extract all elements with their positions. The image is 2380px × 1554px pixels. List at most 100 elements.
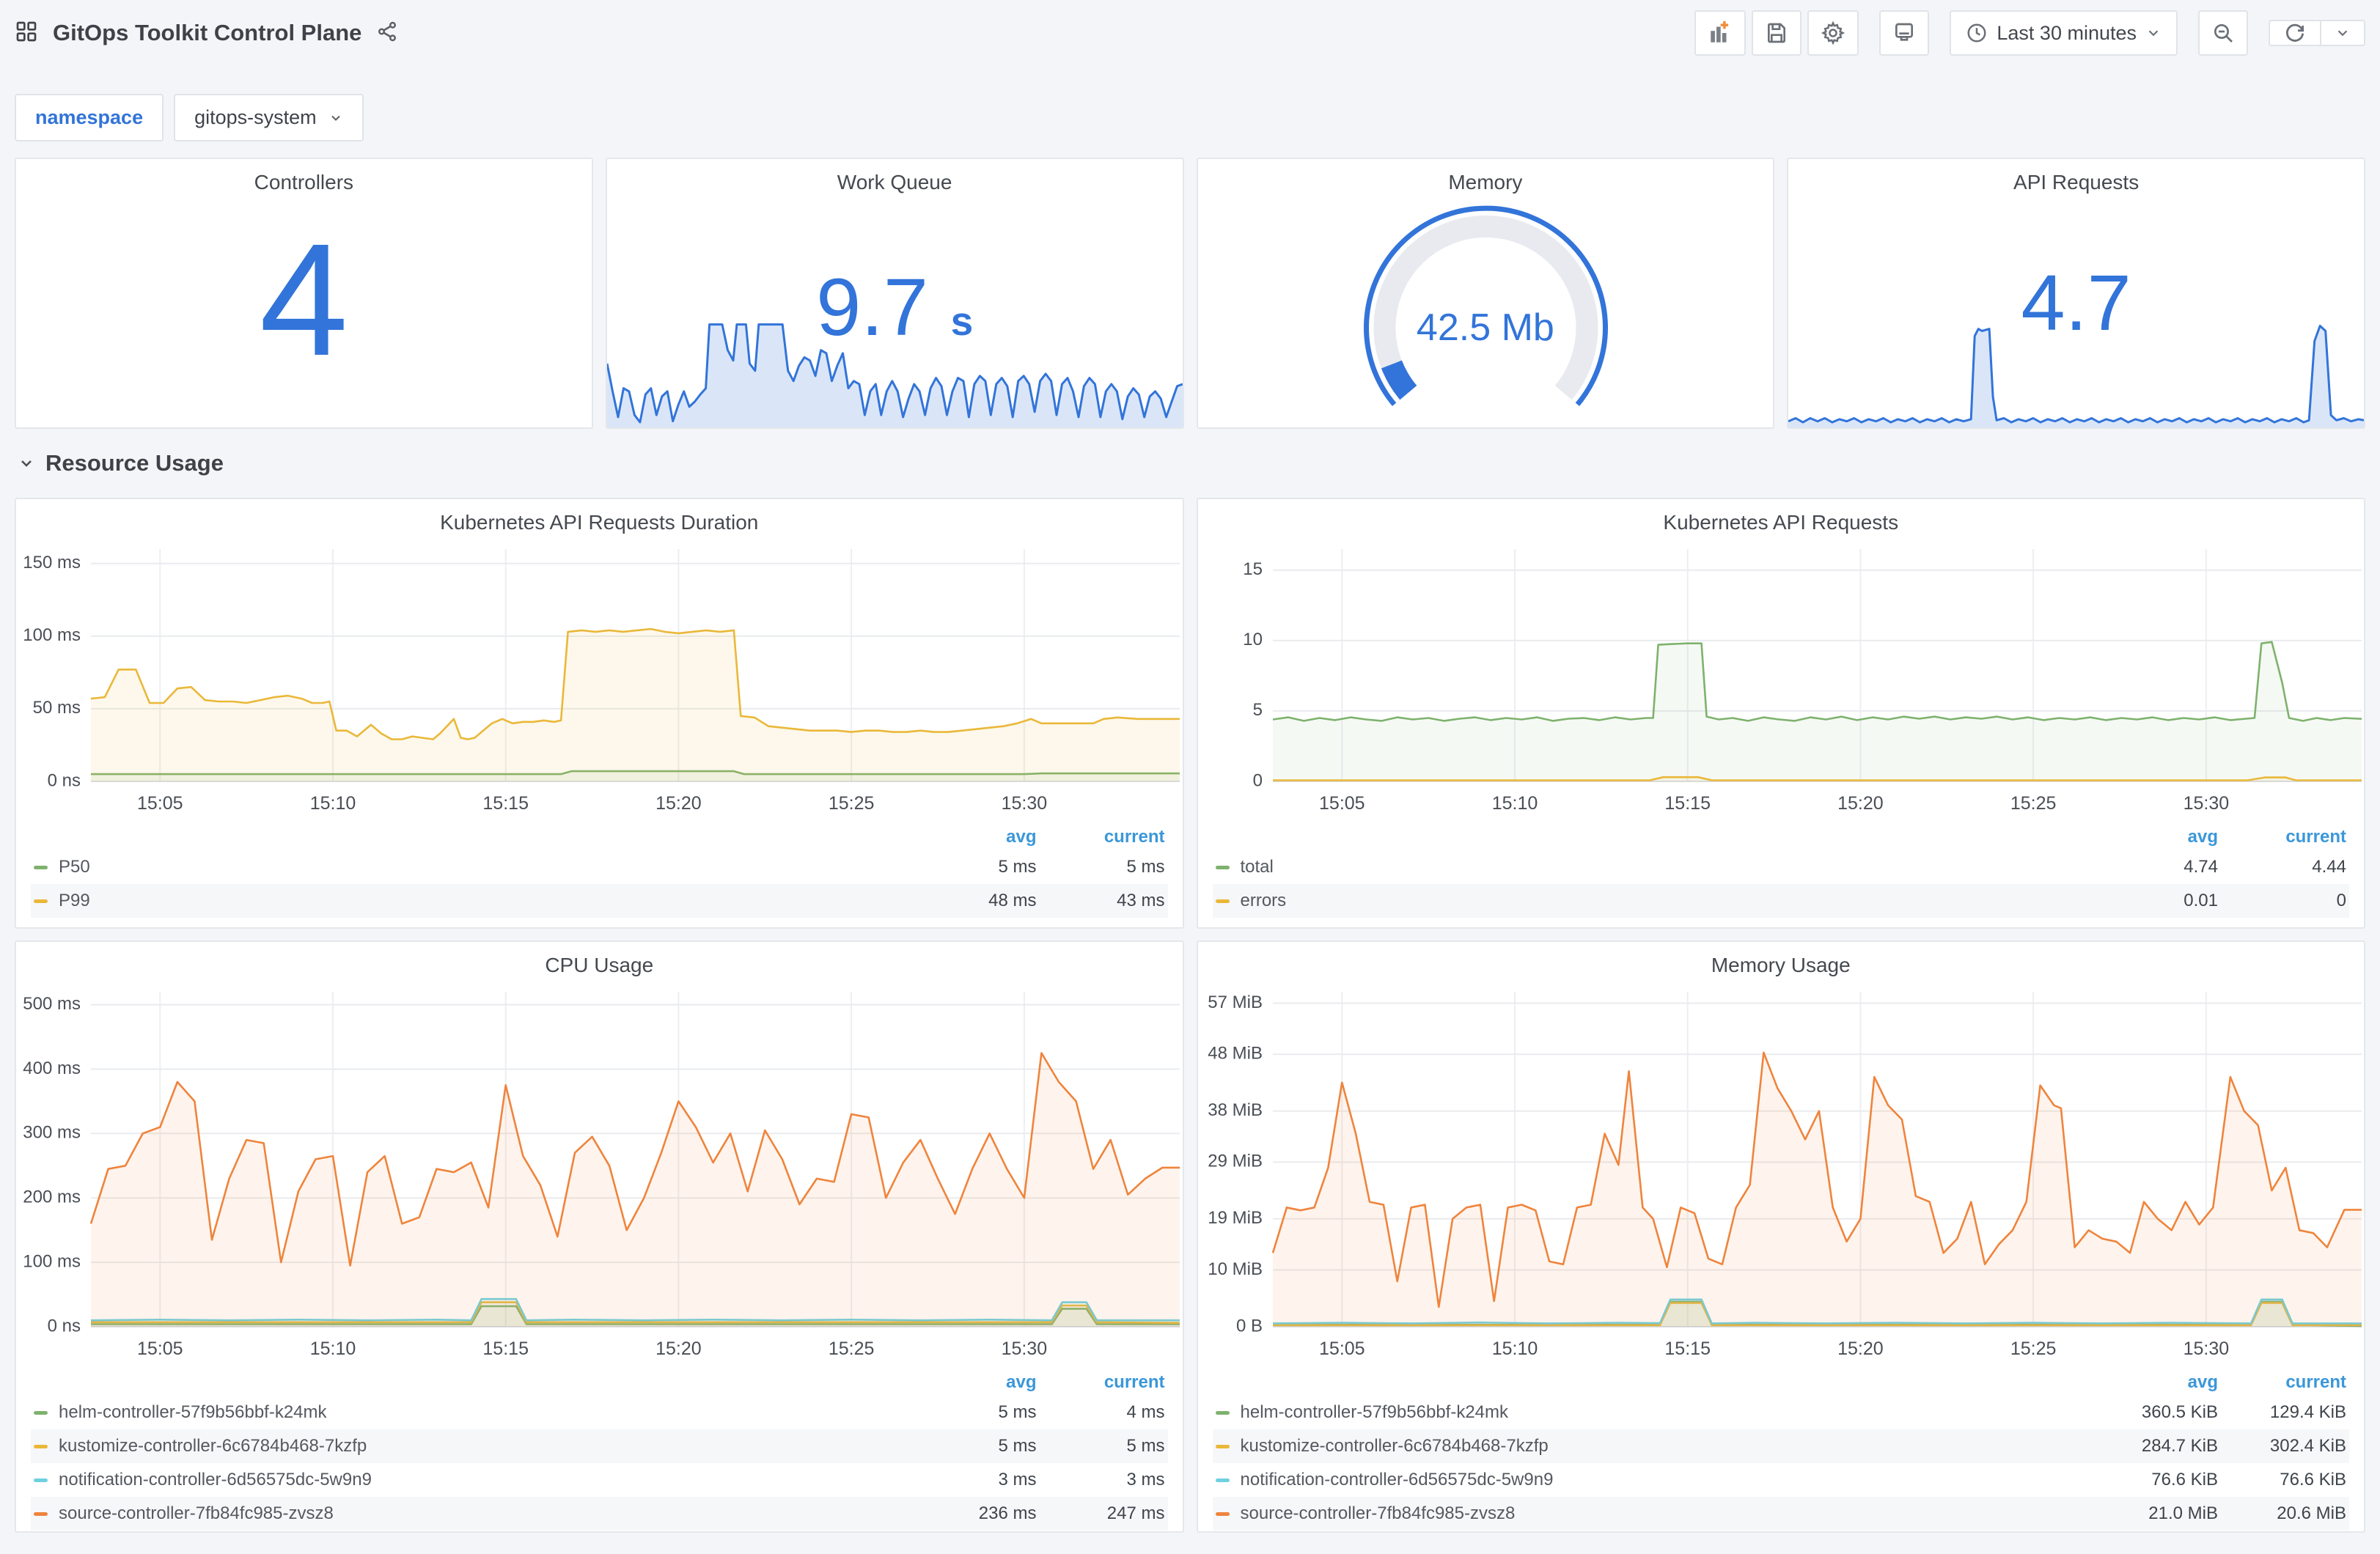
- legend-swatch-icon: [34, 865, 48, 869]
- chart-plot: 0 B 10 MiB 19 MiB 29 MiB 38 MiB 48 MiB 57 MiB 1…: [1198, 980, 2365, 1365]
- x-tick-label: 15:15: [1664, 1338, 1711, 1359]
- section-title: Resource Usage: [45, 450, 224, 476]
- legend-series-name[interactable]: kustomize-controller-6c6784b468-7kzfp: [34, 1436, 927, 1457]
- legend-series-label: kustomize-controller-6c6784b468-7kzfp: [59, 1436, 367, 1456]
- chart-canvas[interactable]: 0 5 10 15 15:05 15:10 15:15 15:20 15:25 15:30: [1202, 537, 2366, 820]
- legend-series-label: P50: [59, 857, 90, 877]
- legend-avg-value: 236 ms: [978, 1503, 1037, 1523]
- template-variables-row: namespace gitops-system: [15, 94, 2365, 141]
- legend-header: avg current: [31, 1366, 1168, 1396]
- legend-column-current[interactable]: current: [2218, 1372, 2346, 1393]
- y-tick-label: 57 MiB: [1208, 993, 1263, 1012]
- legend-current-value: 76.6 KiB: [2280, 1470, 2346, 1489]
- legend-column-avg[interactable]: avg: [2108, 827, 2218, 847]
- legend-column-current[interactable]: current: [1037, 1372, 1165, 1393]
- apps-grid-icon[interactable]: [15, 20, 38, 47]
- x-tick-label: 15:15: [1664, 793, 1711, 814]
- panel-title[interactable]: Work Queue: [607, 159, 1183, 197]
- panel-memory: Memory 42.5 Mb: [1196, 158, 1775, 429]
- stat-value: 4.7: [2021, 258, 2131, 347]
- legend-swatch-icon: [1215, 1444, 1230, 1448]
- legend-row: source-controller-7fb84fc985-zvsz8 21.0 M…: [1212, 1497, 2349, 1531]
- legend-series-name[interactable]: source-controller-7fb84fc985-zvsz8: [1215, 1503, 2109, 1524]
- refresh-button-group: [2269, 20, 2365, 46]
- gauge-value: 42.5 Mb: [1416, 306, 1554, 349]
- panel-title[interactable]: Memory: [1198, 159, 1774, 197]
- chart-canvas[interactable]: 0 ns 100 ms 200 ms 300 ms 400 ms 500 ms 15:05 1…: [21, 980, 1184, 1365]
- zoom-out-button[interactable]: [2198, 10, 2248, 56]
- legend-current-value: 43 ms: [1117, 891, 1165, 910]
- legend-series-name[interactable]: kustomize-controller-6c6784b468-7kzfp: [1215, 1436, 2109, 1457]
- save-dashboard-button[interactable]: [1752, 10, 1802, 56]
- refresh-button[interactable]: [2270, 21, 2320, 45]
- stat-value: 9.7 s: [607, 268, 1183, 348]
- legend-column-avg[interactable]: avg: [927, 1372, 1036, 1393]
- legend-series-label: source-controller-7fb84fc985-zvsz8: [1240, 1503, 1516, 1523]
- panel-title[interactable]: Kubernetes API Requests Duration: [16, 499, 1183, 537]
- legend-series-name[interactable]: total: [1215, 857, 2109, 877]
- panel-title[interactable]: API Requests: [1788, 159, 2364, 197]
- panel-title[interactable]: Controllers: [16, 159, 592, 197]
- x-tick-label: 15:30: [2183, 793, 2229, 814]
- x-tick-label: 15:05: [1319, 1338, 1365, 1359]
- panel-title[interactable]: Kubernetes API Requests: [1198, 499, 2365, 537]
- legend-series-name[interactable]: P99: [34, 891, 927, 911]
- legend-current-value: 129.4 KiB: [2269, 1402, 2346, 1422]
- y-tick-label: 300 ms: [23, 1123, 81, 1143]
- series-area: [91, 1053, 1180, 1327]
- stat-number: 9.7: [816, 262, 928, 353]
- section-resource-usage[interactable]: Resource Usage: [15, 429, 2365, 498]
- charts-row-2: CPU Usage 0 ns 100 ms 200 ms 300 ms 400 ms 50…: [15, 940, 2365, 1533]
- x-tick-label: 15:25: [829, 1338, 875, 1359]
- y-tick-label: 100 ms: [23, 1251, 81, 1271]
- legend-series-name[interactable]: errors: [1215, 891, 2109, 911]
- legend-swatch-icon: [1215, 1511, 1230, 1516]
- series-area: [91, 629, 1180, 781]
- x-tick-label: 15:10: [310, 793, 356, 814]
- cycle-view-button[interactable]: [1879, 10, 1930, 56]
- legend-current-value: 3 ms: [1126, 1470, 1165, 1489]
- legend-row: P50 5 ms 5 ms: [31, 850, 1168, 884]
- legend-row: total 4.74 4.44: [1213, 850, 2350, 884]
- add-panel-button[interactable]: [1694, 10, 1747, 56]
- panel-work-queue: Work Queue 9.7 s: [605, 158, 1184, 429]
- y-tick-label: 400 ms: [23, 1058, 81, 1078]
- legend-series-name[interactable]: notification-controller-6d56575dc-5w9n9: [1215, 1470, 2109, 1490]
- time-range-picker[interactable]: Last 30 minutes: [1950, 10, 2178, 56]
- legend-header: avg current: [31, 821, 1168, 850]
- legend-series-name[interactable]: helm-controller-57f9b56bbf-k24mk: [34, 1402, 927, 1423]
- legend-column-avg[interactable]: avg: [2108, 1372, 2218, 1393]
- legend-column-current[interactable]: current: [1037, 827, 1165, 847]
- legend-swatch-icon: [34, 1478, 48, 1482]
- y-tick-label: 0: [1252, 770, 1262, 790]
- y-tick-label: 500 ms: [23, 994, 81, 1014]
- legend-series-name[interactable]: source-controller-7fb84fc985-zvsz8: [34, 1503, 927, 1524]
- y-tick-label: 200 ms: [23, 1187, 81, 1207]
- chart-canvas[interactable]: 0 ns 50 ms 100 ms 150 ms 15:05 15:10 15:15 15:2…: [21, 537, 1184, 820]
- settings-gear-button[interactable]: [1807, 10, 1859, 56]
- legend-series-name[interactable]: helm-controller-57f9b56bbf-k24mk: [1215, 1402, 2109, 1423]
- legend-current-value: 20.6 MiB: [2277, 1503, 2346, 1523]
- page-title[interactable]: GitOps Toolkit Control Plane: [53, 20, 361, 46]
- x-tick-label: 15:15: [482, 1338, 529, 1359]
- panel-controllers: Controllers 4: [15, 158, 593, 429]
- chart-legend: avg current helm-controller-57f9b56bbf-k24…: [16, 1365, 1183, 1531]
- chart-canvas[interactable]: 0 B 10 MiB 19 MiB 29 MiB 38 MiB 48 MiB 57 MiB 1…: [1202, 980, 2366, 1365]
- panel-title[interactable]: CPU Usage: [16, 942, 1183, 980]
- share-icon[interactable]: [376, 21, 398, 46]
- legend-current-value: 302.4 KiB: [2269, 1436, 2346, 1456]
- time-range-label: Last 30 minutes: [1997, 21, 2137, 44]
- chart-plot: 0 ns 100 ms 200 ms 300 ms 400 ms 500 ms 15:05 1…: [16, 980, 1183, 1365]
- variable-value-dropdown[interactable]: gitops-system: [174, 94, 364, 141]
- y-tick-label: 15: [1243, 559, 1263, 579]
- variable-label-namespace[interactable]: namespace: [15, 94, 164, 141]
- panel-title[interactable]: Memory Usage: [1198, 942, 2365, 980]
- panel-k8s-api-requests: Kubernetes API Requests 0 5 10 15 15:05 15:10…: [1196, 498, 2366, 929]
- panel-k8s-api-requests-duration: Kubernetes API Requests Duration 0 ns 50 …: [15, 498, 1184, 929]
- refresh-interval-dropdown[interactable]: [2320, 21, 2364, 45]
- x-tick-label: 15:20: [655, 793, 702, 814]
- legend-series-name[interactable]: notification-controller-6d56575dc-5w9n9: [34, 1470, 927, 1490]
- legend-column-avg[interactable]: avg: [927, 827, 1036, 847]
- legend-series-name[interactable]: P50: [34, 857, 927, 877]
- legend-column-current[interactable]: current: [2218, 827, 2346, 847]
